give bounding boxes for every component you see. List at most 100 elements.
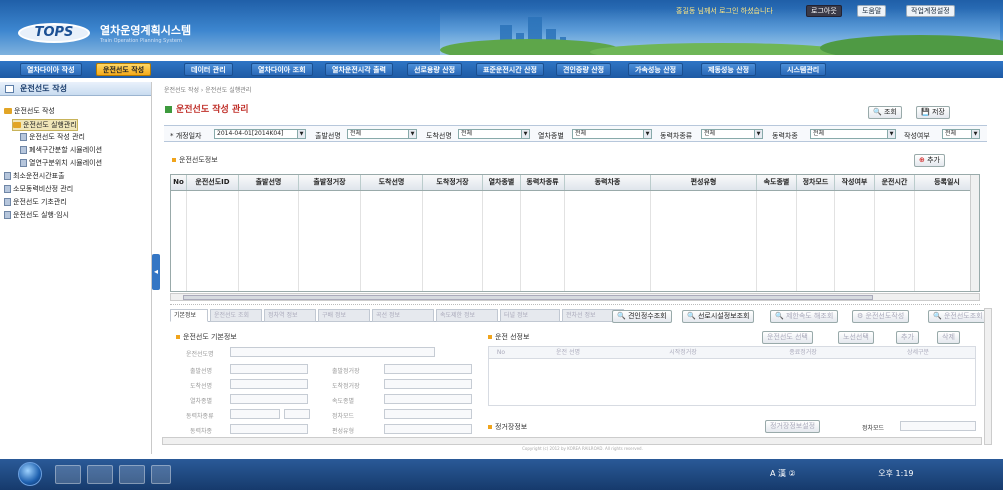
select-curve-button[interactable]: 운전선도 선택 [762,331,813,344]
add-button[interactable]: ⊕ 추가 [914,154,945,167]
search-button[interactable]: 🔍 조회 [868,106,902,119]
power-car-field[interactable] [230,424,308,434]
menu-train-diagram[interactable]: 열차다이아 작성 [20,63,82,76]
menu-traction-weight[interactable]: 견인중량 산정 [556,63,612,76]
col-run-time[interactable]: 운전시간 [875,175,915,190]
tab-tunnel-info[interactable]: 터널 정보 [500,309,560,322]
menu-system-admin[interactable]: 시스템관리 [780,63,827,76]
field-label-power-car-kind: 동력차종류 [186,413,214,420]
departure-line-select[interactable]: 전체 ▼ [347,129,417,139]
col-train-type[interactable]: 열차종별 [483,175,521,190]
grid-header: No 운전선도ID 출발선명 출발정거장 도착선명 도착정거장 열차종별 동력차… [171,175,979,191]
arrival-line-field[interactable] [230,379,308,389]
train-type-select[interactable]: 전체 ▼ [572,129,652,139]
col-formation-type[interactable]: 편성유형 [651,175,757,190]
arrival-line-select[interactable]: 전체 ▼ [458,129,530,139]
menu-data-management[interactable]: 데이터 관리 [184,63,233,76]
logout-button[interactable]: 로그아웃 [806,5,842,17]
col-written[interactable]: 작성여부 [835,175,875,190]
tree-item-min-runtime[interactable]: 최소운전시간표출 [4,171,65,181]
departure-line-field[interactable] [230,364,308,374]
departure-station-field[interactable] [384,364,472,374]
menu-run-curve[interactable]: 운전선도 작성 [96,63,152,76]
save-button[interactable]: 💾 저장 [916,106,950,119]
col-power-car[interactable]: 동력차종 [565,175,651,190]
menu-std-runtime[interactable]: 표준운전시간 산정 [476,63,544,76]
stop-info-settings-button[interactable]: 정거장정보설정 [765,420,821,433]
tab-grade-info[interactable]: 구배 정보 [318,309,370,322]
scroll-thumb[interactable] [183,295,873,300]
menu-timetable-print[interactable]: 열차운전시각 출력 [325,63,393,76]
detail-vertical-scrollbar[interactable] [984,308,992,445]
tree-item-run-management[interactable]: 운전선도 실행관리 [12,119,78,131]
tree-item-curve-management[interactable]: 운전선도 작성 관리 [20,132,85,142]
tree-item-power-cost[interactable]: 소모동력비산정 관리 [4,184,73,194]
breadcrumb: 운전선도 작성 › 운전선도 실행관리 [164,87,252,94]
taskbar-window-icon[interactable] [119,465,145,484]
formation-type-field[interactable] [384,424,472,434]
taskbar-explorer-icon[interactable] [55,465,81,484]
stop-mode-field[interactable] [384,409,472,419]
chevron-down-icon: ▼ [297,130,305,138]
col-curve-id[interactable]: 운전선도ID [187,175,239,190]
tab-speed-limit[interactable]: 속도제한 정보 [436,309,498,322]
sidebar-collapse-toggle[interactable]: ◂ [152,254,160,290]
tree-item-basic-management[interactable]: 운전선도 기초관리 [4,197,67,207]
col-no[interactable]: No [171,175,187,190]
route-delete-button[interactable]: 삭제 [937,331,960,344]
power-car-kind-stepper[interactable] [284,409,310,419]
bullet-icon [488,335,492,339]
tab-stop-info[interactable]: 정차역 정보 [264,309,316,322]
col-arrival-station[interactable]: 도착정거장 [423,175,483,190]
sidebar-header: 운전선도 작성 [0,82,151,96]
traction-query-button[interactable]: 🔍 견인정수조회 [612,310,672,323]
chevron-down-icon: ▼ [887,130,895,138]
start-orb-icon[interactable] [18,462,42,486]
taskbar-app-icon[interactable] [87,465,113,484]
curve-create-button[interactable]: ⚙ 운전선도작성 [852,310,910,323]
taskbar-active-icon[interactable] [151,465,171,484]
curve-query-button[interactable]: 🔍 운전선도조회 [928,310,988,323]
col-departure-station[interactable]: 출발정거장 [299,175,361,190]
grid-horizontal-scrollbar[interactable] [170,293,980,301]
tree-item-block-simulation[interactable]: 폐색구간분할 시뮬레이션 [20,145,102,155]
col-speed-type[interactable]: 속도종별 [757,175,797,190]
power-car-kind-field[interactable] [230,409,280,419]
arrival-station-field[interactable] [384,379,472,389]
menu-diagram-query[interactable]: 열차다이아 조회 [251,63,313,76]
written-select[interactable]: 전체 ▼ [942,129,980,139]
col-power-car-kind[interactable]: 동력차종류 [521,175,565,190]
tree-item-temporary[interactable]: 운전선도 실행·임시 [4,210,69,220]
account-settings-button[interactable]: 작업계정설정 [906,5,955,17]
tab-curve-info[interactable]: 곡선 정보 [372,309,434,322]
tab-basic-info[interactable]: 기본정보 [170,309,208,322]
app-header: TOPS 열차운영계획시스템 Train Operation Planning … [0,0,1003,55]
panel-splitter[interactable] [170,304,980,307]
section-basic-info: 운전선도 기본정보 [176,332,237,342]
grid-vertical-scrollbar[interactable] [970,175,979,291]
ime-indicator[interactable]: A 漢 ② [770,469,796,478]
menu-line-capacity[interactable]: 선로용량 산정 [407,63,463,76]
select-route-button[interactable]: 노선선택 [838,331,874,344]
power-car-select[interactable]: 전체 ▼ [810,129,896,139]
tree-item-run-curve[interactable]: 운전선도 작성 [4,106,55,116]
field-label-train-type: 열차종별 [190,398,213,405]
speed-limit-query-button[interactable]: 🔍 제한속도 해조회 [770,310,839,323]
stop-mode-display[interactable] [900,421,976,431]
col-stop-mode[interactable]: 정차모드 [797,175,835,190]
tab-curve-query[interactable]: 운전선도 조회 [210,309,262,322]
tree-item-section-simulation[interactable]: 열연구분위치 시뮬레이션 [20,158,102,168]
help-button[interactable]: 도움말 [857,5,887,17]
clock[interactable]: 오후 1:19 [878,469,913,478]
train-type-field[interactable] [230,394,308,404]
power-car-kind-select[interactable]: 전체 ▼ [701,129,763,139]
route-add-button[interactable]: 추가 [896,331,919,344]
col-arrival-line[interactable]: 도착선명 [361,175,423,190]
curve-name-input[interactable] [230,347,435,357]
revision-date-select[interactable]: 2014-04-01[2014K04] ▼ [214,129,306,139]
col-departure-line[interactable]: 출발선명 [239,175,299,190]
speed-type-field[interactable] [384,394,472,404]
menu-acceleration[interactable]: 가속성능 산정 [628,63,684,76]
line-facility-query-button[interactable]: 🔍 선로시설정보조회 [682,310,755,323]
menu-braking[interactable]: 제동성능 산정 [701,63,757,76]
